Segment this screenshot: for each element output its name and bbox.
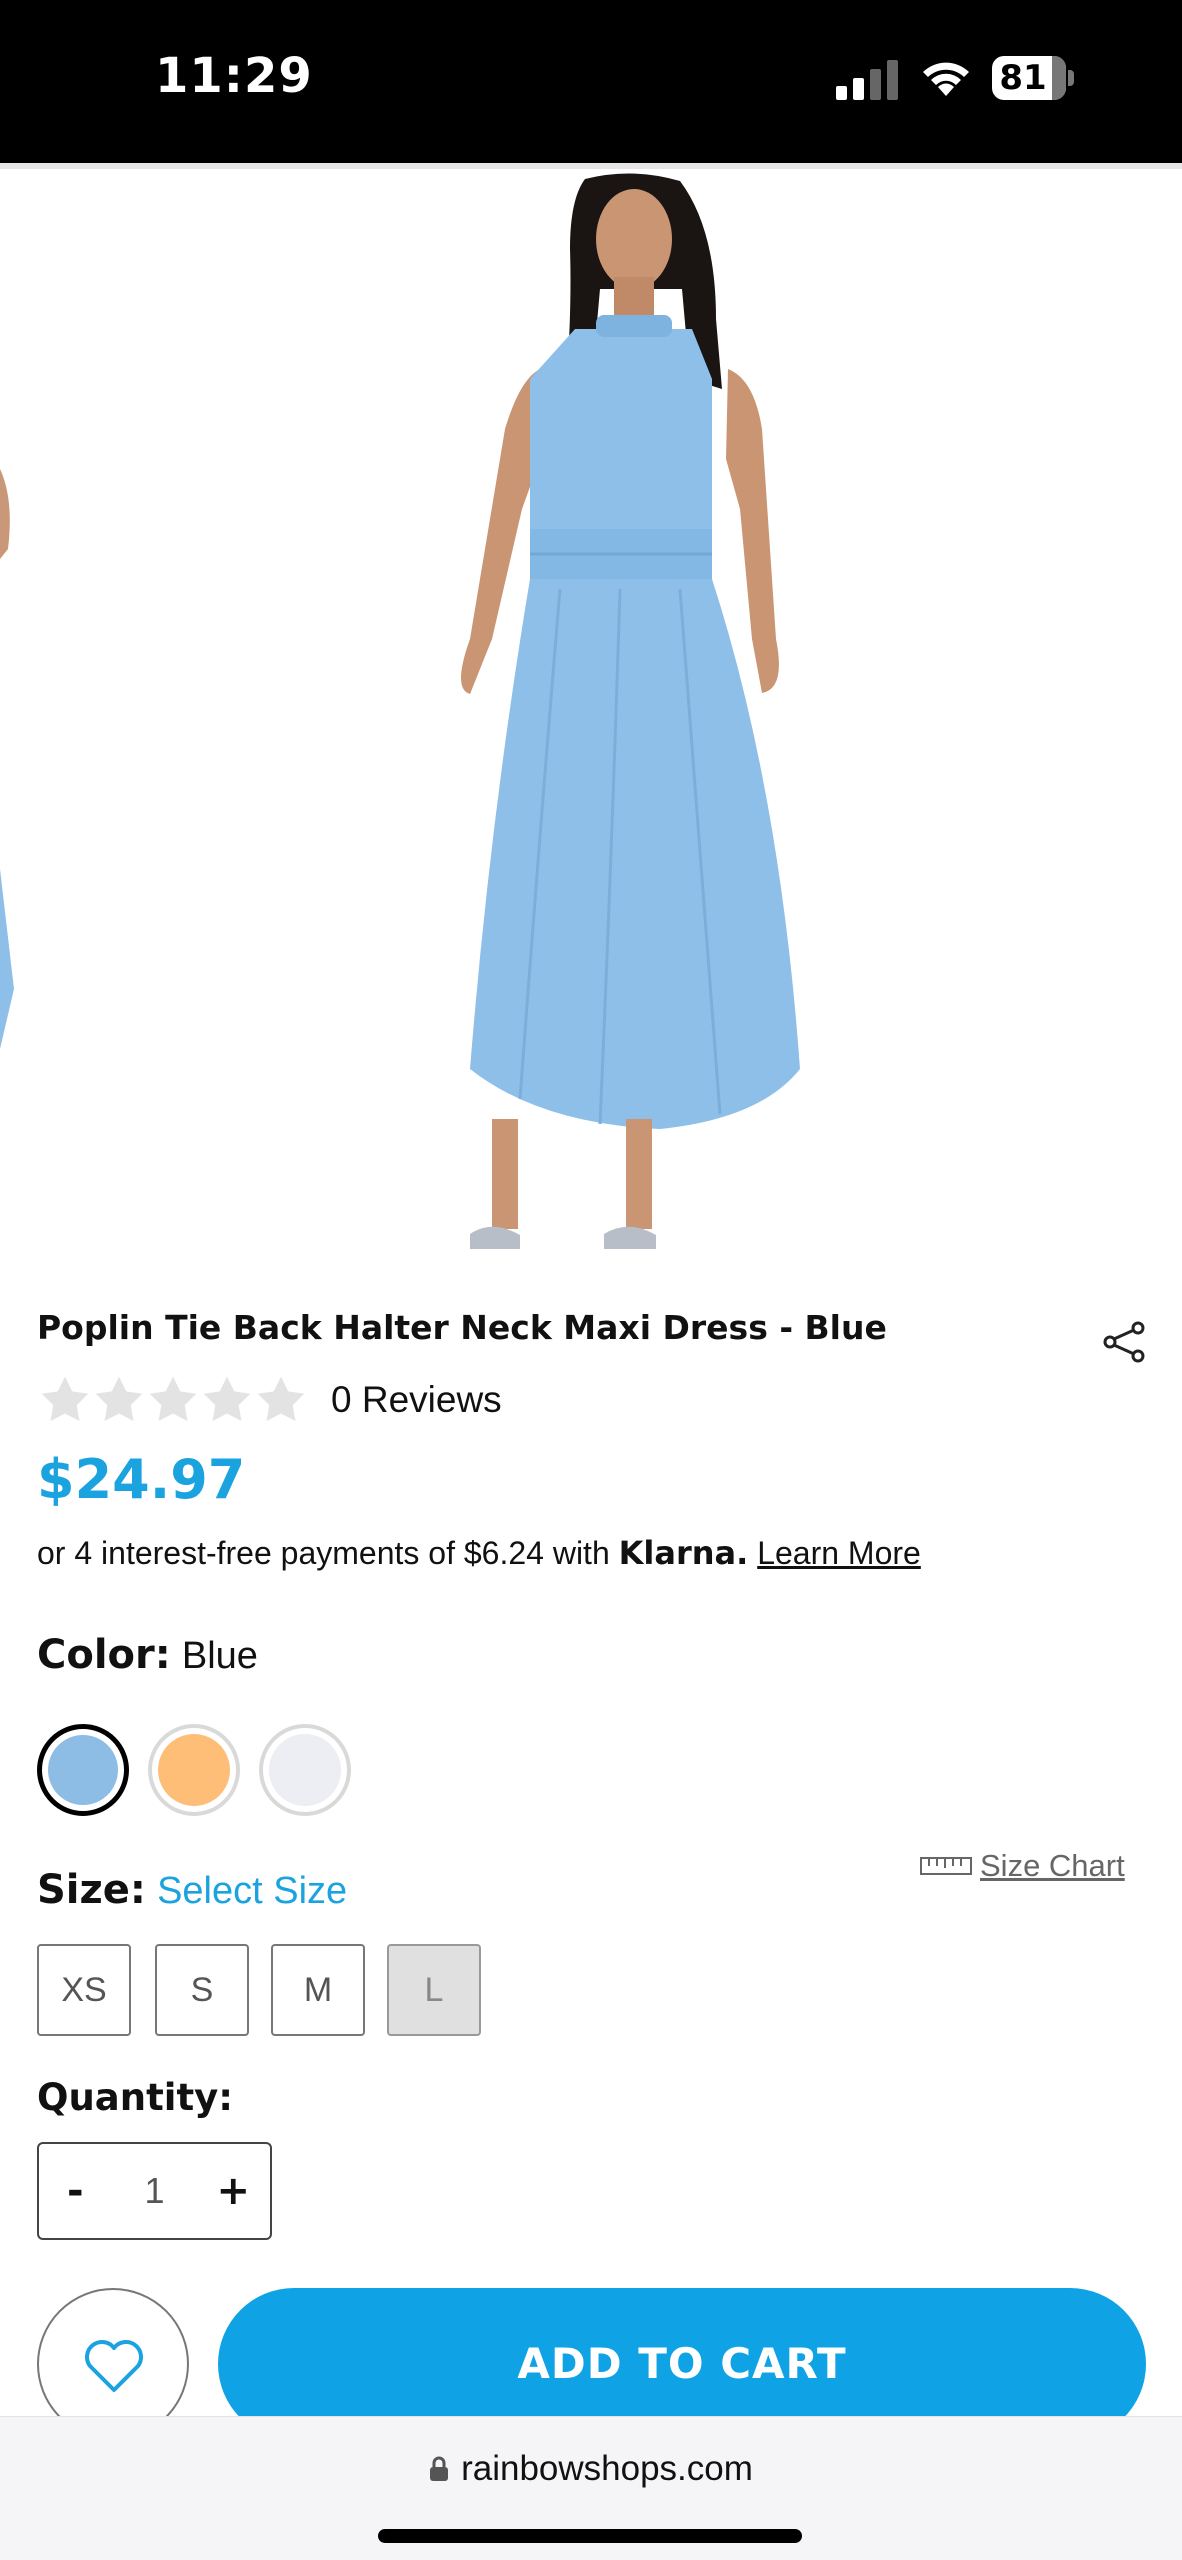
ruler-icon: [920, 1857, 972, 1875]
size-option-m[interactable]: M: [271, 1944, 365, 2036]
learn-more-link[interactable]: Learn More: [757, 1535, 921, 1571]
wifi-icon: [923, 62, 969, 96]
battery-indicator: 81: [992, 56, 1074, 100]
model-in-dress-illustration: [0, 173, 800, 1249]
lock-icon: [430, 2456, 449, 2481]
star-icon: [203, 1376, 251, 1421]
size-label: Size:: [37, 1867, 146, 1913]
product-page: 11:29 81 Poplin Tie Back Halter Neck Max…: [0, 0, 1182, 2560]
home-indicator[interactable]: [378, 2529, 802, 2543]
star-icon: [149, 1376, 197, 1421]
size-option-xs[interactable]: XS: [37, 1944, 131, 2036]
color-row: Color: Blue: [37, 1632, 258, 1678]
color-swatch-blue[interactable]: [37, 1724, 129, 1816]
quantity-increase-button[interactable]: +: [216, 2144, 250, 2238]
battery-icon: 81: [992, 56, 1066, 100]
star-icon: [257, 1376, 305, 1421]
color-label: Color:: [37, 1632, 171, 1678]
size-chart-label: Size Chart: [980, 1848, 1125, 1883]
select-size-prompt: Select Size: [157, 1870, 348, 1912]
quantity-label: Quantity:: [37, 2076, 234, 2119]
rating-row[interactable]: 0 Reviews: [37, 1370, 502, 1430]
status-bar: 11:29 81: [0, 0, 1182, 163]
product-price: $24.97: [37, 1448, 246, 1511]
star-icon: [41, 1376, 89, 1421]
share-icon[interactable]: [1100, 1318, 1148, 1366]
color-swatch-orange[interactable]: [148, 1724, 240, 1816]
color-swatch-white[interactable]: [259, 1724, 351, 1816]
klarna-logo: Klarna.: [618, 1534, 749, 1572]
cellular-signal-icon: [836, 60, 898, 100]
size-chart-link[interactable]: Size Chart: [920, 1848, 1125, 1884]
quantity-stepper: 1 - +: [37, 2142, 272, 2240]
size-option-s[interactable]: S: [155, 1944, 249, 2036]
battery-level: 81: [999, 58, 1047, 98]
klarna-installments: or 4 interest-free payments of $6.24 wit…: [37, 1534, 921, 1572]
url-field[interactable]: rainbowshops.com: [0, 2449, 1182, 2489]
browser-address-bar: rainbowshops.com: [0, 2416, 1182, 2560]
klarna-text: or 4 interest-free payments of $6.24 wit…: [37, 1535, 610, 1571]
size-row: Size: Select Size: [37, 1867, 347, 1913]
star-icon: [95, 1376, 143, 1421]
quantity-decrease-button[interactable]: -: [67, 2144, 84, 2238]
product-title: Poplin Tie Back Halter Neck Maxi Dress -…: [37, 1308, 887, 1347]
reviews-count[interactable]: 0 Reviews: [331, 1379, 502, 1421]
status-time: 11:29: [155, 48, 313, 104]
url-text: rainbowshops.com: [461, 2449, 753, 2488]
heart-icon: [85, 2340, 143, 2392]
product-image[interactable]: [0, 169, 1182, 1269]
size-option-l[interactable]: L: [387, 1944, 481, 2036]
color-value: Blue: [181, 1635, 258, 1677]
